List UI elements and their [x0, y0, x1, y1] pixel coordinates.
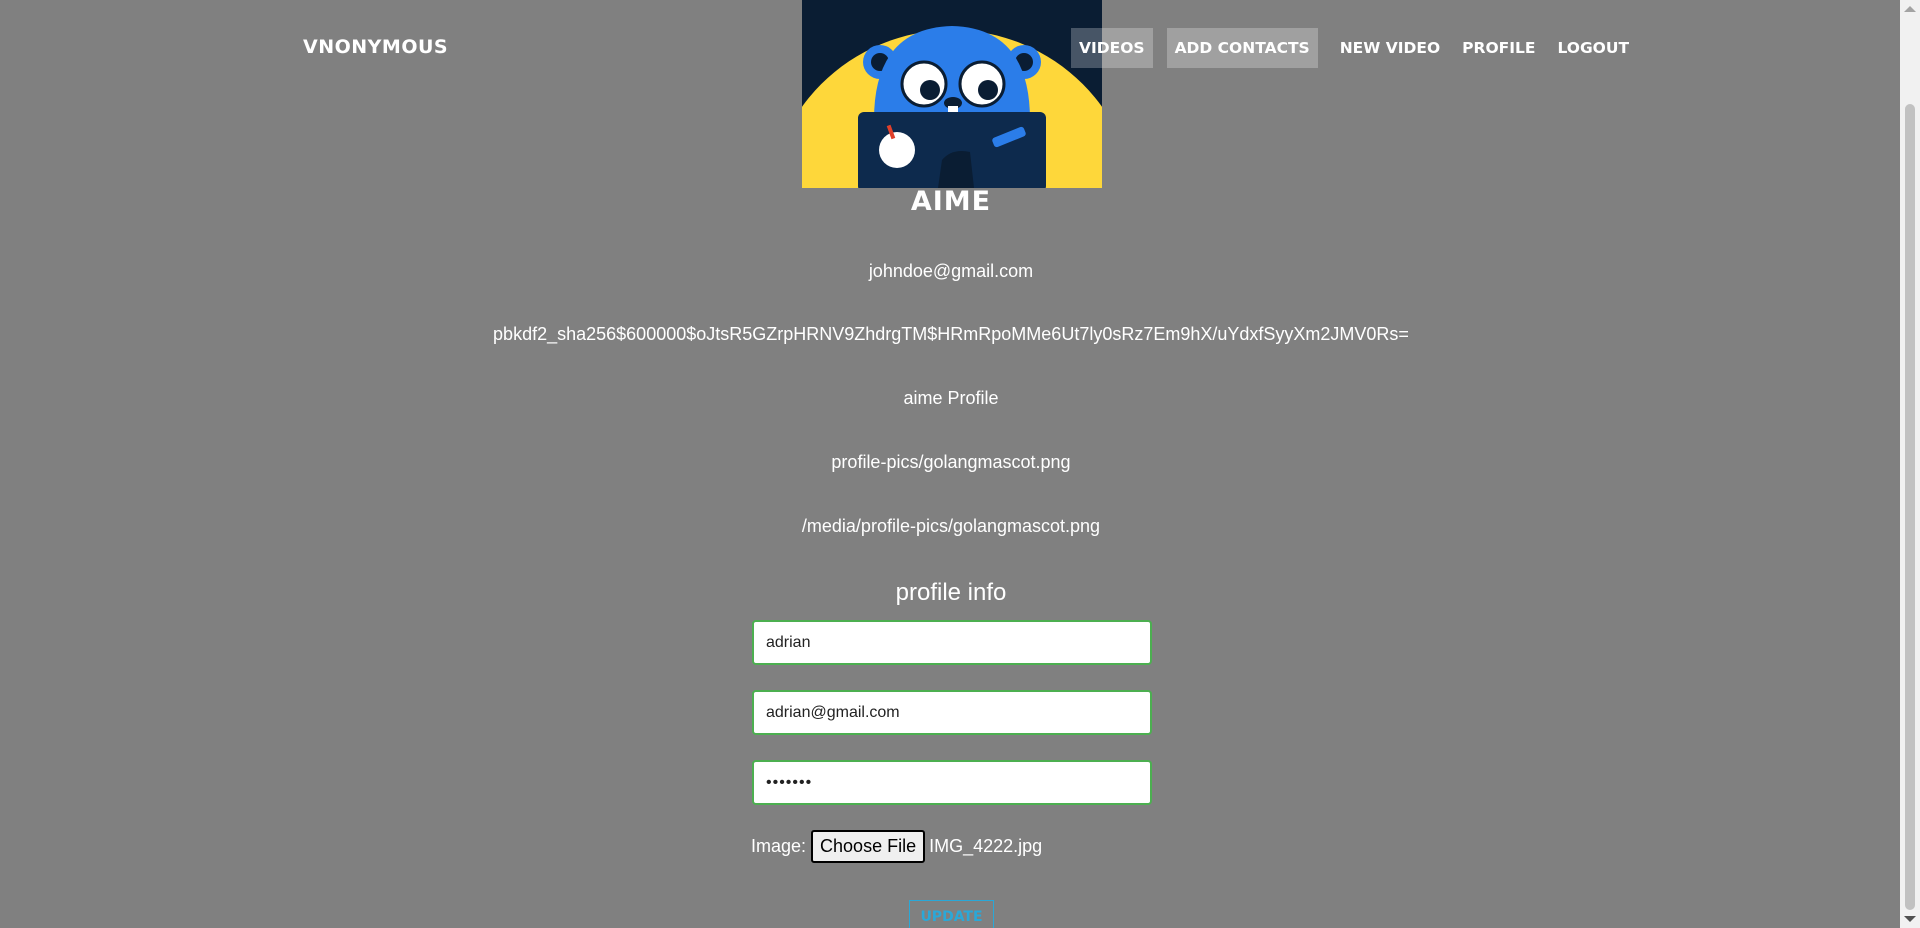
profile-image-path: profile-pics/golangmascot.png	[831, 452, 1071, 472]
nav-logout[interactable]: LOGOUT	[1549, 28, 1637, 68]
image-upload-row: Image: Choose File IMG_4222.jpg	[751, 830, 1042, 863]
image-label: Image:	[751, 836, 807, 856]
profile-info-title: profile info	[895, 579, 1007, 606]
brand-logo[interactable]: VNONYMOUS	[303, 36, 448, 58]
profile-image-url: /media/profile-pics/golangmascot.png	[801, 516, 1101, 536]
scroll-up-icon[interactable]	[1904, 6, 1916, 12]
email-input[interactable]: adrian@gmail.com	[752, 690, 1152, 735]
profile-password-hash: pbkdf2_sha256$600000$oJtsR5GZrpHRNV9Zhdr…	[493, 324, 1409, 344]
scroll-thumb[interactable]	[1905, 104, 1915, 910]
profile-email: johndoe@gmail.com	[868, 261, 1034, 281]
update-button[interactable]: UPDATE	[909, 900, 994, 928]
nav-videos[interactable]: VIDEOS	[1071, 28, 1153, 68]
profile-username: AIME	[910, 186, 992, 217]
scroll-down-icon[interactable]	[1904, 916, 1916, 922]
chosen-file-name: IMG_4222.jpg	[929, 836, 1043, 856]
navbar: VNONYMOUS VIDEOS ADD CONTACTS NEW VIDEO …	[0, 0, 1900, 96]
password-input[interactable]: •••••••	[752, 760, 1152, 805]
username-input[interactable]: adrian	[752, 620, 1152, 665]
vertical-scrollbar[interactable]	[1900, 0, 1920, 928]
nav-new-video[interactable]: NEW VIDEO	[1332, 28, 1448, 68]
nav-profile[interactable]: PROFILE	[1454, 28, 1543, 68]
profile-name: aime Profile	[903, 388, 999, 408]
choose-file-button[interactable]: Choose File	[811, 830, 926, 863]
nav-links: VIDEOS ADD CONTACTS NEW VIDEO PROFILE LO…	[1071, 28, 1643, 68]
nav-add-contacts[interactable]: ADD CONTACTS	[1166, 28, 1318, 68]
